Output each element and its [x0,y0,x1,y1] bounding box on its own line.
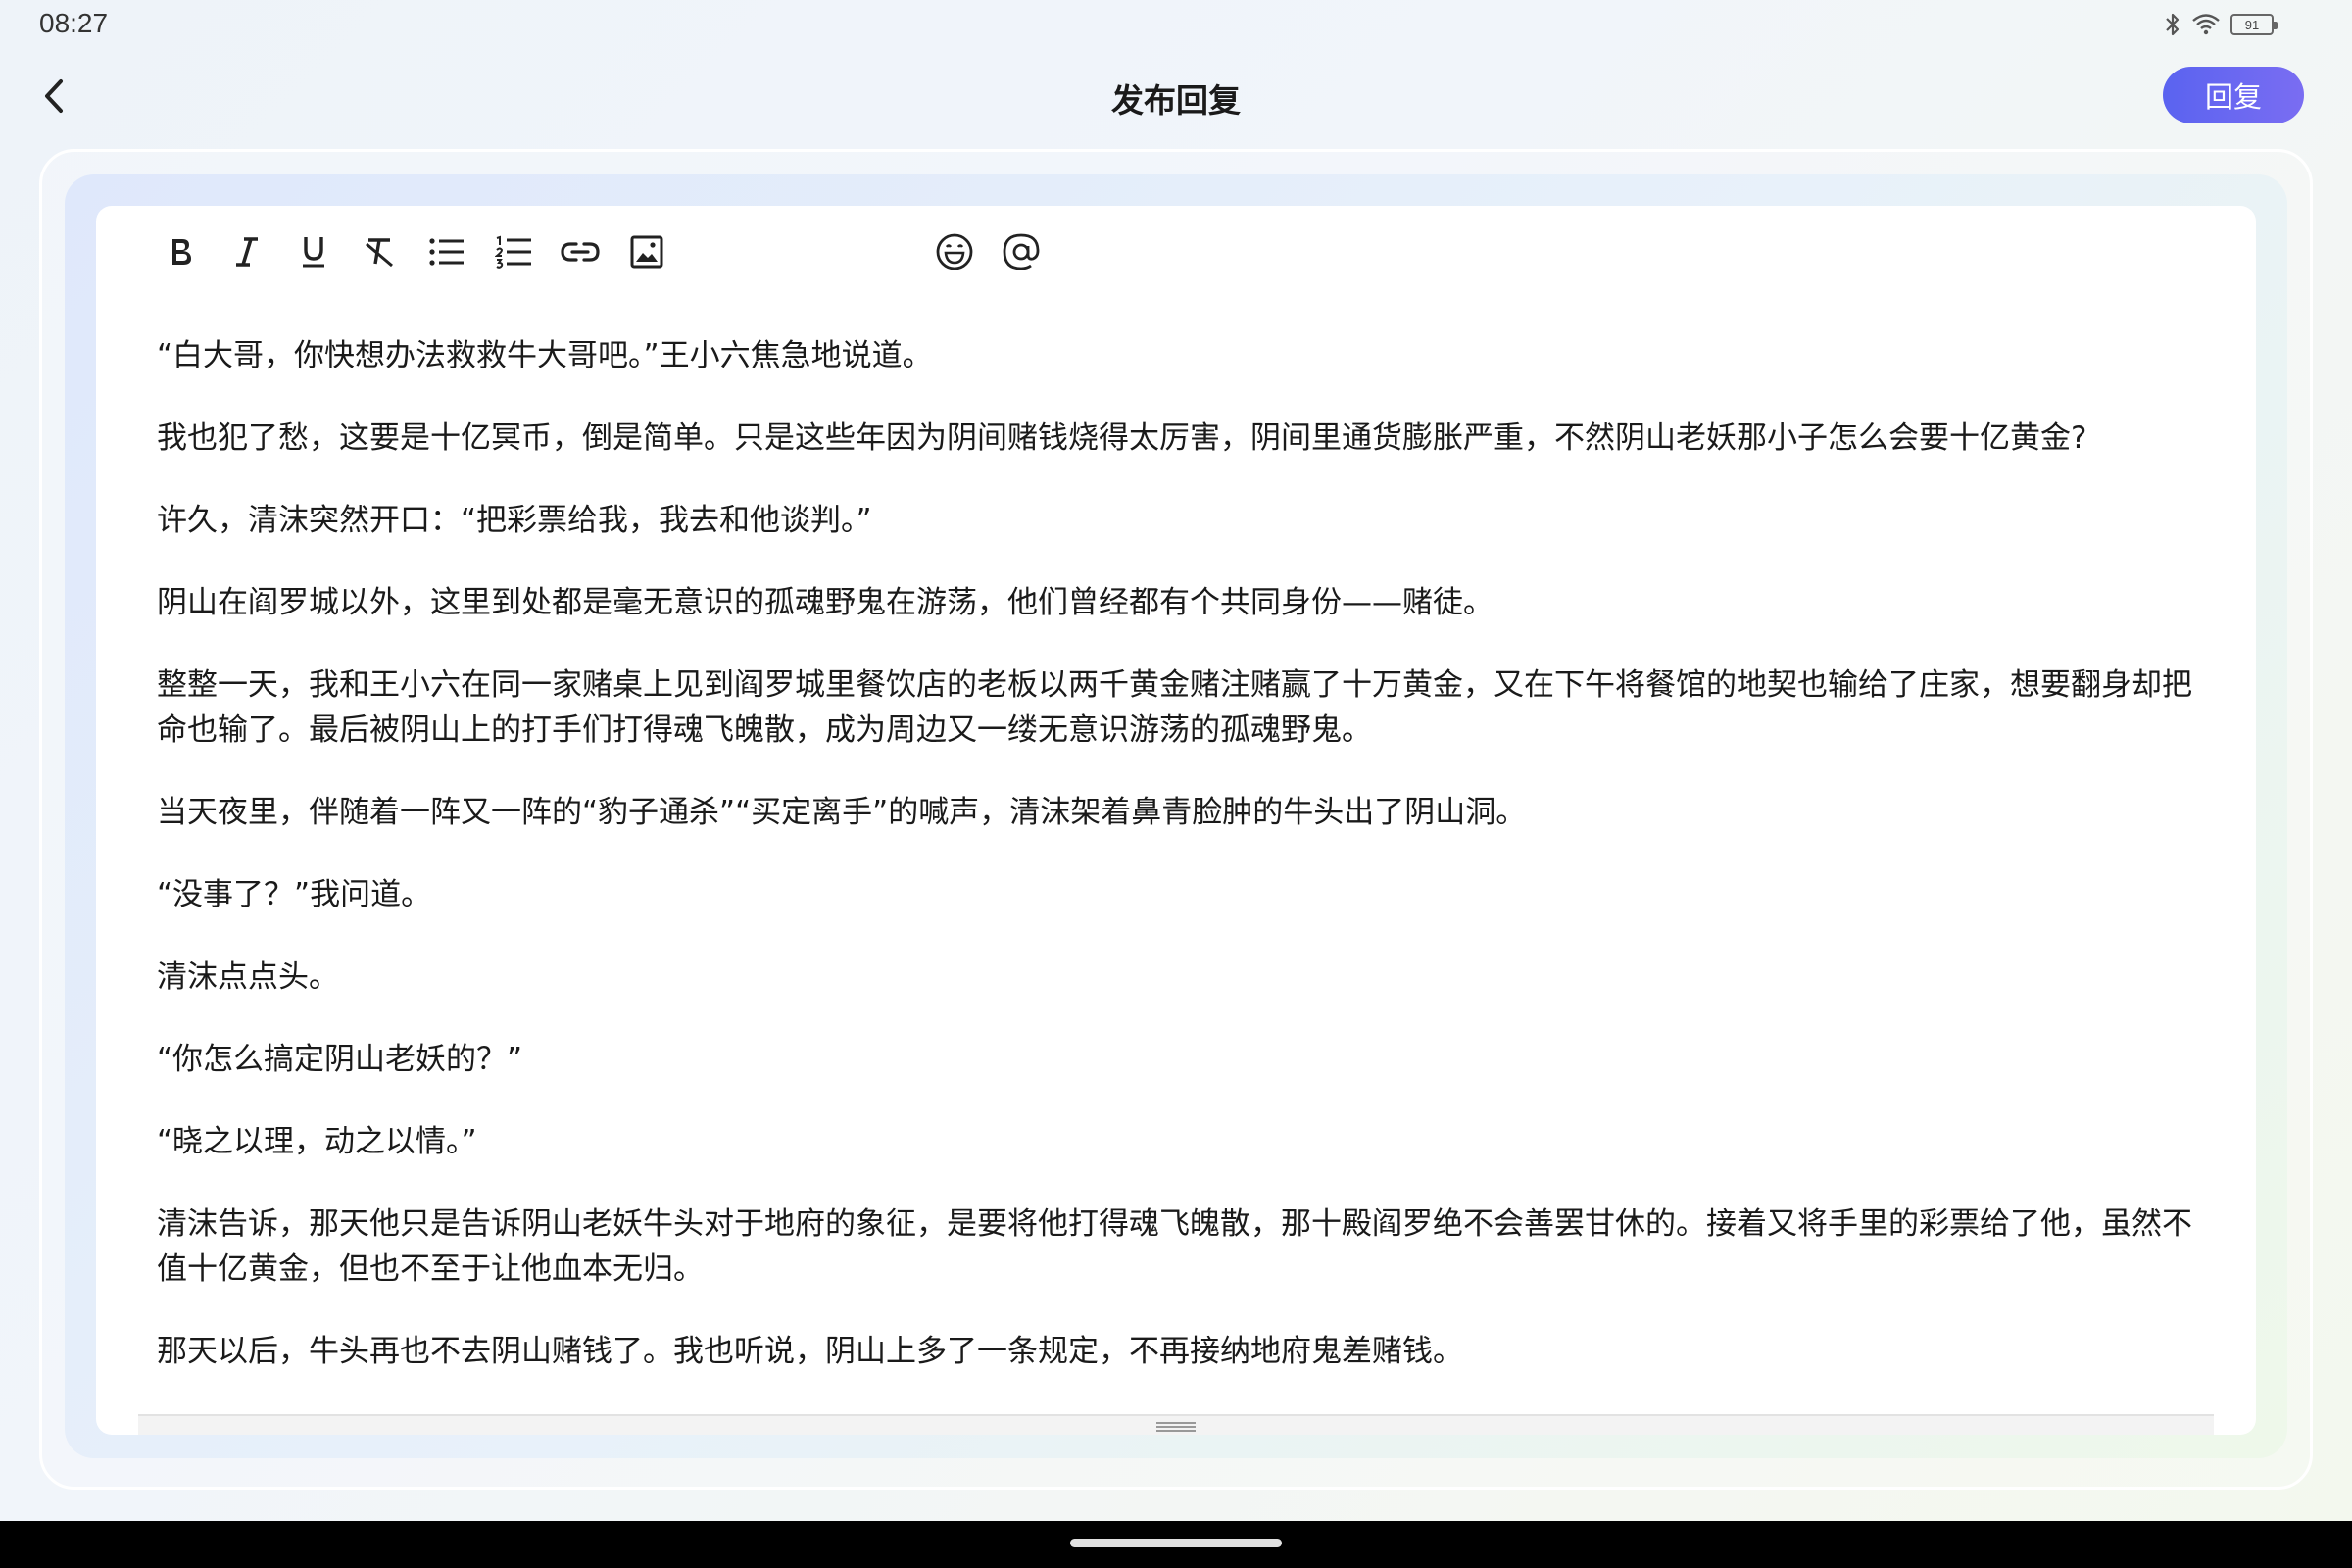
emoji-icon [935,232,974,275]
page-title: 发布回复 [1111,81,1241,120]
bullet-list-button[interactable] [419,229,474,278]
editor-toolbar [153,229,2211,278]
mention-button[interactable] [994,229,1049,278]
image-button[interactable] [619,229,674,278]
rich-text-editor[interactable]: “白大哥，你快想办法救救牛大哥吧。”王小六焦急地说道。 我也犯了愁，这要是十亿冥… [96,206,2256,1435]
paragraph: “白大哥，你快想办法救救牛大哥吧。”王小六焦急地说道。 [157,338,933,373]
paragraph: 当天夜里，伴随着一阵又一阵的“豹子通杀”“买定离手”的喊声，清沫架着鼻青脸肿的牛… [157,795,1527,830]
mention-icon [1002,232,1041,275]
paragraph: 清沫点点头。 [157,959,339,995]
bluetooth-icon [2164,12,2181,37]
paragraph: 整整一天，我和王小六在同一家赌桌上见到阎罗城里餐饮店的老板以两千黄金赌注赌赢了十… [157,667,2192,748]
numbered-list-button[interactable] [486,229,541,278]
status-icons: 91 [2164,12,2278,37]
clear-format-icon [363,234,398,273]
image-icon [629,234,664,273]
bold-button[interactable] [153,229,208,278]
status-bar: 08:27 91 [0,0,2352,49]
resize-bar[interactable] [138,1414,2214,1435]
clear-format-button[interactable] [353,229,408,278]
bullet-list-icon [428,236,466,271]
emoji-button[interactable] [927,229,982,278]
link-icon [560,239,601,269]
italic-button[interactable] [220,229,274,278]
italic-icon [232,235,262,272]
drag-handle-icon[interactable] [1156,1422,1196,1432]
reply-button[interactable]: 回复 [2163,67,2304,123]
battery-icon: 91 [2230,14,2278,35]
paragraph: 许久，清沫突然开口：“把彩票给我，我去和他谈判。” [157,503,872,538]
status-time: 08:27 [39,8,109,38]
underline-button[interactable] [286,229,341,278]
paragraph: 那天以后，牛头再也不去阴山赌钱了。我也听说，阴山上多了一条规定，不再接纳地府鬼差… [157,1334,1463,1369]
paragraph: 阴山在阎罗城以外，这里到处都是毫无意识的孤魂野鬼在游荡，他们曾经都有个共同身份—… [157,585,1494,620]
bold-icon [166,235,195,272]
battery-level: 91 [2244,17,2260,32]
paragraph: 清沫告诉，那天他只是告诉阴山老妖牛头对于地府的象征，是要将他打得魂飞魄散，那十殿… [157,1206,2192,1287]
link-button[interactable] [553,229,608,278]
editor-content[interactable]: “白大哥，你快想办法救救牛大哥吧。”王小六焦急地说道。 我也犯了愁，这要是十亿冥… [157,333,2195,1411]
underline-icon [299,234,328,273]
paragraph: “晓之以理，动之以情。” [157,1124,477,1159]
paragraph: 我也犯了愁，这要是十亿冥币，倒是简单。只是这些年因为阴间赌钱烧得太厉害，阴间里通… [157,420,2087,456]
navigation-bar [0,1521,2352,1568]
wifi-icon [2191,13,2221,36]
numbered-list-icon [494,235,532,272]
paragraph: “没事了？”我问道。 [157,877,432,912]
header: 发布回复 回复 [0,59,2352,137]
paragraph: “你怎么搞定阴山老妖的？” [157,1042,523,1077]
home-indicator[interactable] [1070,1539,1282,1547]
